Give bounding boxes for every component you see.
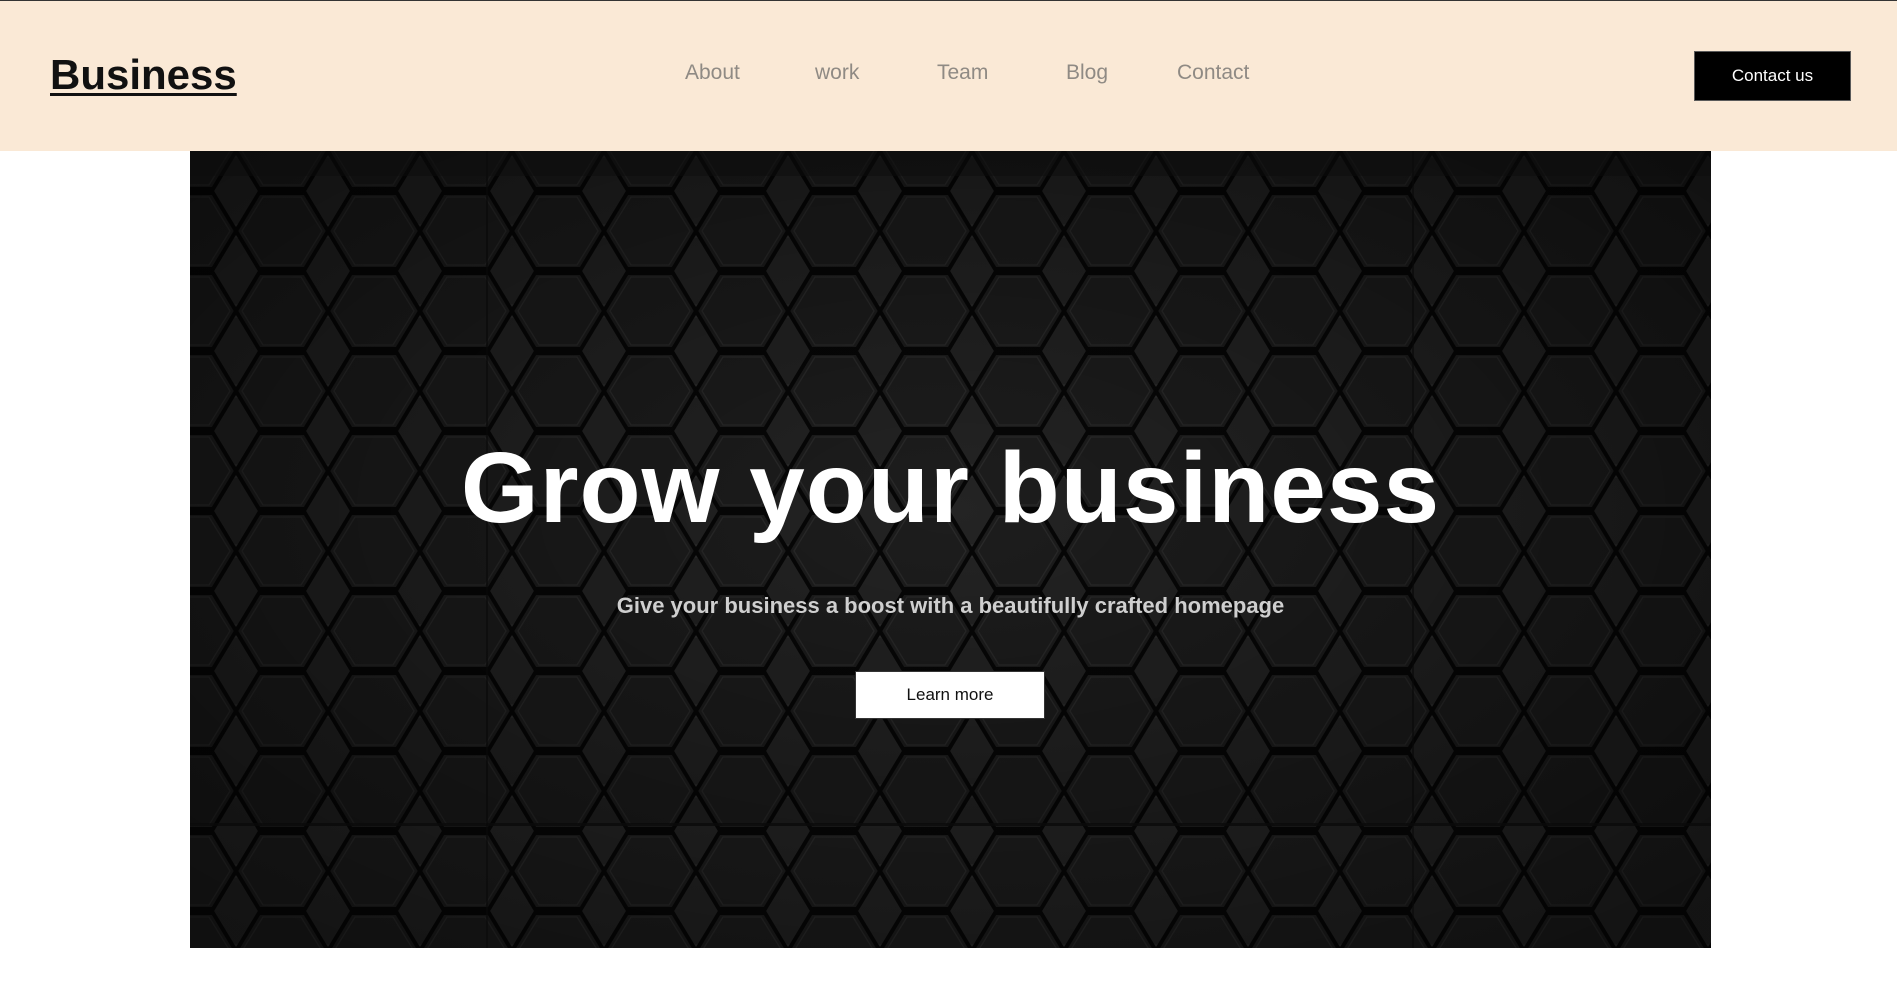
hexagon-background-image [190,151,1711,948]
learn-more-button[interactable]: Learn more [855,671,1045,719]
site-header: Business About work Team Blog Contact Co… [0,1,1897,151]
nav-link-team[interactable]: Team [937,61,988,85]
nav-link-blog[interactable]: Blog [1066,61,1108,85]
hero-section: Grow your business Give your business a … [190,151,1711,948]
contact-us-button[interactable]: Contact us [1694,51,1851,101]
site-logo[interactable]: Business [50,51,237,99]
nav-link-work[interactable]: work [815,61,859,85]
nav-link-contact[interactable]: Contact [1177,61,1249,85]
hero-title: Grow your business [460,432,1441,544]
hero-subtitle: Give your business a boost with a beauti… [616,593,1285,618]
nav-link-about[interactable]: About [685,61,740,85]
